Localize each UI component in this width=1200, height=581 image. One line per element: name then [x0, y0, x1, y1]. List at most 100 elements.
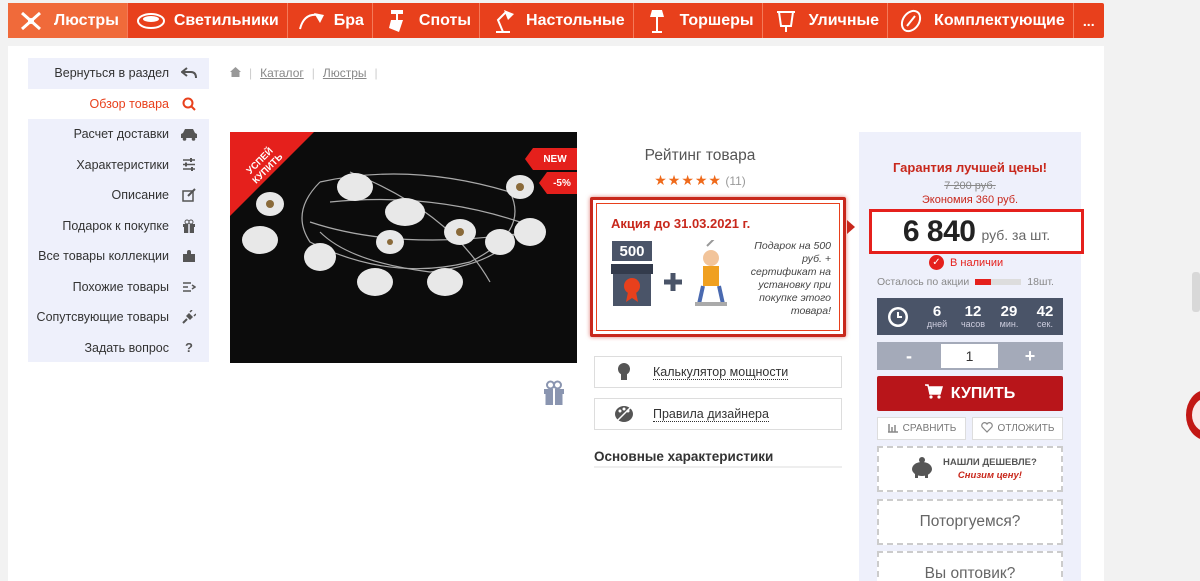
designer-rules-button[interactable]: Правила дизайнера [594, 398, 842, 430]
search-icon [179, 97, 199, 111]
sidebar: Вернуться в раздел Обзор товара Расчет д… [28, 58, 209, 362]
nav-item-floor[interactable]: Торшеры [634, 3, 763, 38]
power-calculator-label: Калькулятор мощности [653, 364, 789, 380]
old-price: 7 200 руб. [944, 180, 996, 192]
timer-seconds: 42 сек. [1036, 302, 1054, 329]
chat-widget-button[interactable] [1186, 390, 1200, 440]
countdown-timer: 6 дней 12 часов 29 мин. 42 сек. [877, 298, 1063, 335]
chandelier-icon [16, 8, 46, 34]
discount-badge: -5% [539, 172, 577, 194]
nav-item-label: Уличные [808, 11, 880, 29]
promo-text: Подарок на 500 руб. + сертификат на уста… [750, 240, 831, 317]
price-box: 6 840 руб. за шт. [869, 209, 1084, 254]
quantity-input[interactable] [941, 344, 998, 368]
piggy-bank-icon [909, 456, 935, 483]
timer-hours: 12 часов [960, 302, 986, 329]
nav-item-desk[interactable]: Настольные [480, 3, 634, 38]
breadcrumb-separator: | [374, 66, 378, 80]
compare-button[interactable]: СРАВНИТЬ [877, 417, 966, 440]
nav-item-label: Торшеры [679, 11, 754, 29]
rating-stars[interactable]: ★★★★★ [654, 172, 722, 188]
sidebar-item-label: Вернуться в раздел [54, 66, 169, 81]
sidebar-item-label: Задать вопрос [84, 340, 169, 355]
quantity-stepper: - + [877, 342, 1063, 370]
found-cheaper-question: НАШЛИ ДЕШЕВЛЕ? [943, 457, 1037, 468]
clock-icon [877, 305, 919, 329]
wholesale-button[interactable]: Вы оптовик? [877, 551, 1063, 581]
found-cheaper-button[interactable]: НАШЛИ ДЕШЕВЛЕ? Снизим цену! [877, 446, 1063, 492]
product-image[interactable]: УСПЕЙ КУПИТЬ NEW -5% [230, 132, 577, 363]
nav-item-lamps[interactable]: Светильники [128, 3, 288, 38]
nav-item-label: Споты [418, 11, 472, 29]
spot-icon [381, 8, 411, 34]
street-lamp-icon [771, 8, 801, 34]
nav-item-sconces[interactable]: Бра [288, 3, 373, 38]
desk-lamp-icon [488, 8, 518, 34]
nav-item-label: Комплектующие [934, 11, 1065, 29]
breadcrumb-catalog[interactable]: Каталог [260, 66, 304, 80]
home-icon[interactable] [230, 66, 241, 80]
sidebar-item-delivery[interactable]: Расчет доставки [28, 119, 209, 150]
sidebar-item-related[interactable]: Сопутсвующие товары [28, 302, 209, 333]
breadcrumb-separator: | [311, 66, 315, 80]
gift-icon[interactable] [543, 380, 565, 411]
sidebar-item-label: Расчет доставки [73, 127, 169, 142]
sidebar-item-label: Подарок к покупке [62, 218, 169, 233]
nav-more-button[interactable]: ... [1074, 3, 1104, 38]
sidebar-item-label: Описание [111, 188, 169, 203]
sidebar-item-overview[interactable]: Обзор товара [28, 88, 209, 119]
timer-minutes: 29 мин. [999, 302, 1019, 329]
compare-label: СРАВНИТЬ [902, 423, 957, 434]
check-icon: ✓ [929, 255, 944, 270]
buy-button[interactable]: КУПИТЬ [877, 376, 1063, 411]
found-cheaper-text: НАШЛИ ДЕШЕВЛЕ? Снизим цену! [943, 456, 1037, 482]
remain-row: Осталось по акции 18шт. [877, 276, 1067, 288]
remain-bar [975, 279, 1022, 285]
breadcrumb-chandeliers[interactable]: Люстры [323, 66, 367, 80]
quantity-plus-button[interactable]: + [998, 346, 1062, 367]
stock-label: В наличии [950, 256, 1004, 269]
found-cheaper-answer: Снизим цену! [957, 470, 1022, 481]
stock-status: ✓ В наличии [929, 255, 1003, 270]
bargain-button[interactable]: Поторгуемся? [877, 499, 1063, 545]
bar-chart-icon [887, 422, 898, 436]
nav-item-street[interactable]: Уличные [763, 3, 889, 38]
power-calculator-button[interactable]: Калькулятор мощности [594, 356, 842, 388]
lightbulb-icon [595, 362, 653, 382]
scrollbar-thumb[interactable] [1192, 272, 1200, 312]
ceiling-lamp-icon [136, 8, 166, 34]
economy: Экономия 360 руб. [921, 194, 1019, 206]
sidebar-item-specs[interactable]: Характеристики [28, 150, 209, 181]
sidebar-item-label: Похожие товары [72, 279, 169, 294]
rating-title: Рейтинг товара [644, 147, 756, 164]
plug-icon [179, 310, 199, 324]
sidebar-item-back[interactable]: Вернуться в раздел [28, 58, 209, 89]
component-icon [896, 8, 926, 34]
buy-label: КУПИТЬ [950, 384, 1016, 402]
nav-item-label: Настольные [526, 11, 625, 29]
sidebar-item-label: Обзор товара [89, 96, 169, 111]
rating-row: ★★★★★ (11) [600, 172, 800, 189]
breadcrumb: | Каталог | Люстры | [230, 66, 386, 80]
best-price-guarantee[interactable]: Гарантия лучшей цены! [859, 160, 1081, 175]
nav-item-components[interactable]: Комплектующие [888, 3, 1074, 38]
sidebar-item-similar[interactable]: Похожие товары [28, 272, 209, 303]
nav-item-label: Бра [333, 11, 364, 29]
postpone-button[interactable]: ОТЛОЖИТЬ [972, 417, 1063, 440]
sidebar-item-collection[interactable]: Все товары коллекции [28, 241, 209, 272]
rating-count[interactable]: (11) [725, 174, 745, 188]
sidebar-item-label: Характеристики [76, 157, 169, 172]
quantity-minus-button[interactable]: - [877, 346, 941, 367]
promo-box[interactable]: Акция до 31.03.2021 г. 500 Подарок на 50… [590, 197, 855, 337]
sconce-icon [296, 8, 326, 34]
nav-item-spots[interactable]: Споты [373, 3, 481, 38]
sidebar-item-gift[interactable]: Подарок к покупке [28, 211, 209, 242]
timer-days: 6 дней [926, 302, 948, 329]
remain-count: 18шт. [1027, 276, 1054, 288]
price-value: 6 840 [902, 214, 976, 248]
heart-icon [980, 421, 993, 436]
sidebar-item-question[interactable]: Задать вопрос ? [28, 333, 209, 364]
sidebar-item-description[interactable]: Описание [28, 180, 209, 211]
sidebar-item-label: Сопутсвующие товары [36, 310, 169, 325]
nav-item-chandeliers[interactable]: Люстры [8, 3, 128, 38]
